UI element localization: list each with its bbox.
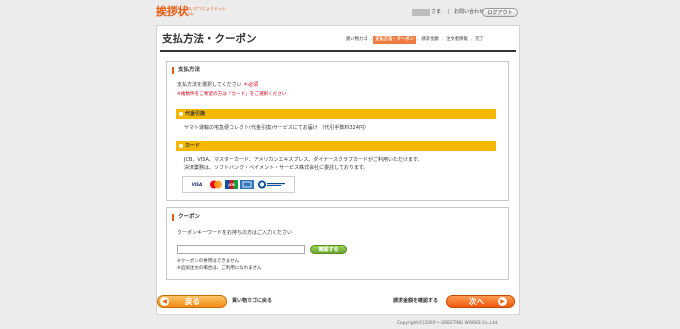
site-logo[interactable]: 挨拶状 あいさつじょうドットコム xyxy=(156,5,226,19)
coupon-input[interactable] xyxy=(177,245,305,254)
user-suffix: さま xyxy=(431,9,442,15)
back-arrow-icon: ◀ xyxy=(160,297,169,306)
payment-heading: 支払方法 xyxy=(172,67,200,74)
card-label-wrap: カード xyxy=(176,141,496,151)
cod-label: 代金引換 xyxy=(185,111,206,117)
user-name-redacted xyxy=(412,9,430,16)
next-arrow-icon: ▶ xyxy=(498,297,507,306)
coupon-instruction: クーポンキーワードをお持ちの方はご入力ください xyxy=(177,230,293,236)
card-label: カード xyxy=(185,143,201,149)
step-payment: 支払方法・クーポン xyxy=(373,35,416,44)
logo-main-text: 挨拶状 xyxy=(156,5,189,18)
back-button-label: 戻る xyxy=(185,297,200,306)
coupon-note-1: ※クーポンの併用はできません xyxy=(177,259,240,264)
confirm-billing-link[interactable]: 請求金額を確認する xyxy=(393,298,438,304)
amex-icon xyxy=(240,180,254,189)
step-complete: 完了 xyxy=(475,36,484,42)
step-arrow-icon: › xyxy=(441,37,444,42)
payment-note: ※複数件をご希望の方は「カード」をご選択ください xyxy=(177,92,287,97)
coupon-note-2: ※追加注文の場合は、ご利用になれません xyxy=(177,266,262,271)
cod-radio-icon[interactable] xyxy=(179,112,183,116)
title-divider xyxy=(160,50,516,52)
logo-sub-text: あいさつじょうドットコム xyxy=(186,6,226,16)
mastercard-icon xyxy=(208,180,223,189)
card-brands: VISA JCB xyxy=(182,176,295,193)
jcb-icon: JCB xyxy=(225,180,238,189)
next-button-label: 次へ xyxy=(469,297,484,306)
payment-instruction-text: 支払方法を選択してください xyxy=(177,82,242,88)
card-description-2: 決済業務は、ソフトバンク・ペイメント・サービス株式会社に委託しております。 xyxy=(184,165,369,171)
step-arrow-icon: › xyxy=(470,37,473,42)
payment-instruction: 支払方法を選択してください ＊必須 xyxy=(177,82,258,88)
card-radio-icon[interactable] xyxy=(179,144,183,148)
required-mark: ＊必須 xyxy=(243,82,259,88)
step-arrow-icon: › xyxy=(370,37,373,42)
header-separator: | xyxy=(448,9,450,15)
step-billing: 請求金額 xyxy=(421,36,439,42)
logout-button[interactable]: ログアウト xyxy=(482,8,518,17)
contact-link[interactable]: お問い合わせ xyxy=(454,9,484,16)
cod-option[interactable]: 代金引換 xyxy=(176,109,496,119)
card-description-1: JCB、VISA、マスターカード、アメリカンエキスプレス、ダイナースクラブカード… xyxy=(184,157,423,163)
next-button[interactable]: 次へ ▶ xyxy=(446,295,515,308)
back-to-cart-link[interactable]: 買い物カゴに戻る xyxy=(232,298,272,304)
visa-icon: VISA xyxy=(191,182,203,187)
cod-label-wrap: 代金引換 xyxy=(176,109,496,119)
coupon-heading: クーポン xyxy=(172,214,200,221)
copyright: Copyright(C)2003～ GREETING WORKS Co.,Ltd… xyxy=(397,321,499,326)
card-option[interactable]: カード xyxy=(176,141,496,151)
page-title: 支払方法・クーポン xyxy=(162,33,257,45)
step-cart: 買い物カゴ xyxy=(346,36,368,42)
step-arrow-icon: › xyxy=(416,37,419,42)
diners-icon xyxy=(256,180,288,189)
checkout-steps: 買い物カゴ › 支払方法・クーポン › 請求金額 › 注文者情報 › 完了 xyxy=(344,35,486,44)
back-button[interactable]: ◀ 戻る xyxy=(157,295,227,308)
cod-description: ヤマト運輸の宅急便コレクト(代金引換)サービスにてお届け （代引手数料324円） xyxy=(184,125,369,131)
step-orderer: 注文者情報 xyxy=(446,36,468,42)
coupon-confirm-button[interactable]: 確認する xyxy=(310,245,347,254)
